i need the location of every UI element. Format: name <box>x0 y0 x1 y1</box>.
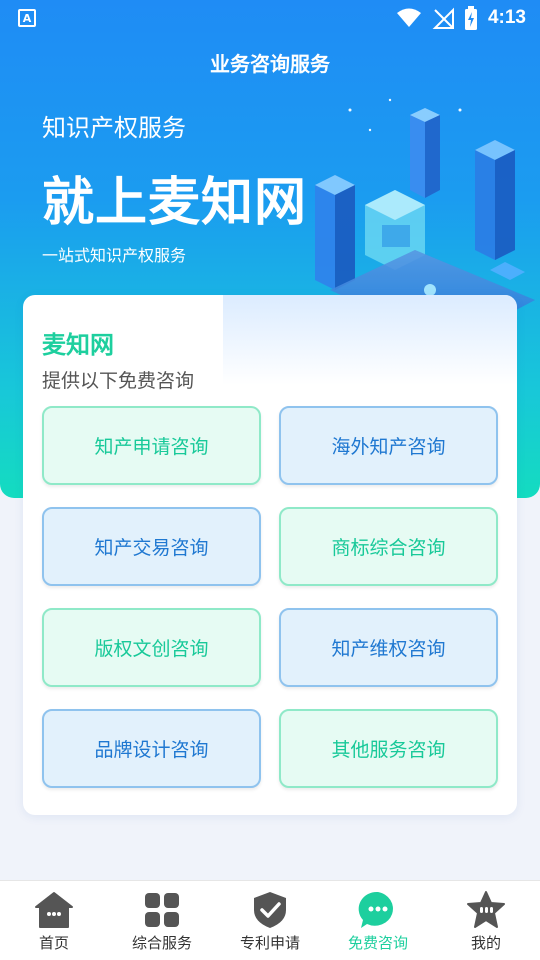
tab-free-consult[interactable]: 免费咨询 <box>324 881 432 960</box>
tab-label: 首页 <box>38 934 69 952</box>
tile-ip-application[interactable]: 知产申请咨询 <box>42 406 261 485</box>
tab-label: 免费咨询 <box>347 934 408 952</box>
tile-ip-protection[interactable]: 知产维权咨询 <box>279 608 498 687</box>
consultation-card: 麦知网 提供以下免费咨询 知产申请咨询 海外知产咨询 知产交易咨询 商标综合咨询… <box>23 295 517 815</box>
tab-services[interactable]: 综合服务 <box>108 881 216 960</box>
tile-trademark[interactable]: 商标综合咨询 <box>279 507 498 586</box>
card-title: 麦知网 <box>42 331 114 359</box>
tile-overseas-ip[interactable]: 海外知产咨询 <box>279 406 498 485</box>
shield-check-icon <box>250 890 290 930</box>
star-face-icon <box>466 890 506 930</box>
consultation-grid: 知产申请咨询 海外知产咨询 知产交易咨询 商标综合咨询 版权文创咨询 知产维权咨… <box>42 406 498 788</box>
tab-home[interactable]: 首页 <box>0 881 108 960</box>
home-icon <box>34 890 74 930</box>
no-signal-icon <box>432 7 454 29</box>
bottom-tab-bar: 首页 综合服务 专利申请 免费咨询 我的 <box>0 880 540 960</box>
app-notification-icon: A <box>18 9 36 27</box>
tab-me[interactable]: 我的 <box>432 881 540 960</box>
grid-icon <box>142 890 182 930</box>
status-bar: A 4:13 <box>0 0 540 36</box>
tab-label: 我的 <box>470 934 501 952</box>
tab-patent[interactable]: 专利申请 <box>216 881 324 960</box>
tab-label: 综合服务 <box>131 934 192 952</box>
tile-ip-trading[interactable]: 知产交易咨询 <box>42 507 261 586</box>
chat-bubble-icon <box>358 890 398 930</box>
card-glow <box>223 295 517 385</box>
clock: 4:13 <box>487 7 526 28</box>
tab-label: 专利申请 <box>239 934 300 952</box>
battery-icon <box>464 6 477 30</box>
hero-headline: 就上麦知网 <box>42 173 308 233</box>
hero-subtitle: 知识产权服务 <box>42 114 186 142</box>
page-title: 业务咨询服务 <box>210 52 330 76</box>
tile-brand-design[interactable]: 品牌设计咨询 <box>42 709 261 788</box>
hero-tagline: 一站式知识产权服务 <box>42 246 187 265</box>
tile-copyright[interactable]: 版权文创咨询 <box>42 608 261 687</box>
tile-other-services[interactable]: 其他服务咨询 <box>279 709 498 788</box>
wifi-icon <box>396 8 421 27</box>
card-subtitle: 提供以下免费咨询 <box>42 370 195 392</box>
